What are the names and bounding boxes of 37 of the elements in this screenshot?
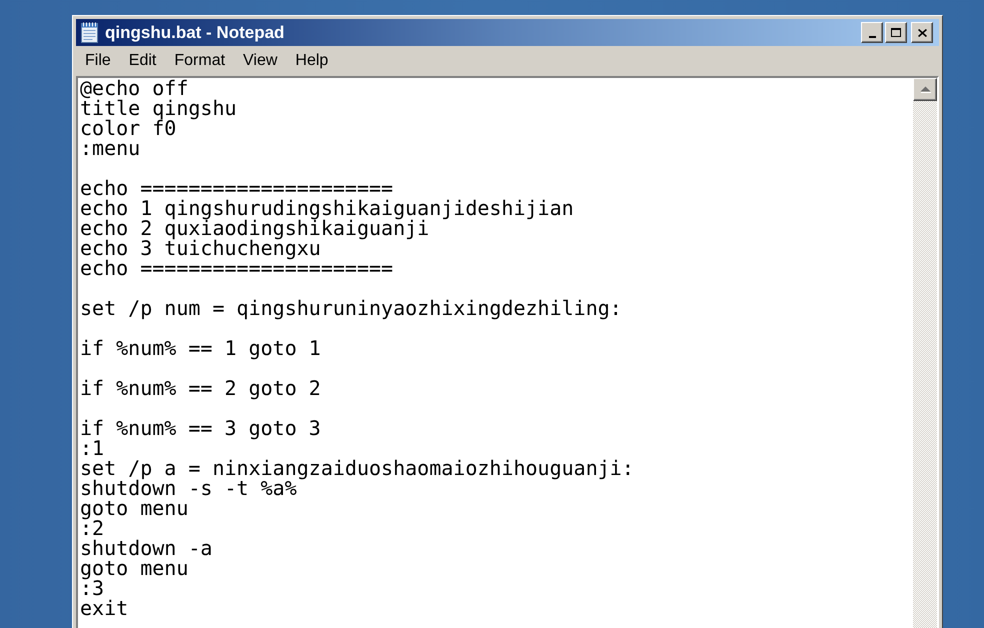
code-line: echo ===================== [80, 178, 394, 198]
code-line: set /p a = ninxiangzaiduoshaomaiozhihouguanji: [80, 458, 634, 478]
close-button[interactable] [911, 22, 933, 43]
code-line: if %num% == 3 goto 3 [80, 418, 321, 438]
code-line: shutdown -a [80, 538, 212, 558]
notepad-icon [81, 22, 98, 43]
code-line: goto menu [80, 498, 188, 518]
menu-item[interactable]: View [234, 51, 286, 71]
code-line: :menu [80, 138, 140, 158]
code-line: echo 3 tuichuchengxu [80, 238, 321, 258]
menu-item[interactable]: Help [286, 51, 338, 71]
code-line: echo 2 quxiaodingshikaiguanji [80, 218, 430, 238]
code-line: @echo off [80, 78, 188, 98]
code-line: if %num% == 2 goto 2 [80, 378, 321, 398]
code-line: title qingshu [80, 98, 237, 118]
close-icon [918, 28, 926, 36]
code-line: :1 [80, 438, 104, 458]
minimize-icon [868, 36, 876, 38]
code-line: exit [80, 598, 128, 618]
code-line: echo 1 qingshurudingshikaiguanjideshijian [80, 198, 574, 218]
menu-item[interactable]: File [76, 51, 120, 71]
code-line: shutdown -s -t %a% [80, 478, 297, 498]
code-line: :3 [80, 578, 104, 598]
menu-item[interactable]: Format [165, 51, 234, 71]
maximize-button[interactable] [885, 22, 907, 43]
code-line: set /p num = qingshuruninyaozhixingdezhiling: [80, 298, 622, 318]
maximize-icon [891, 28, 901, 37]
window-title: qingshu.bat - Notepad [105, 22, 284, 42]
minimize-button[interactable] [861, 22, 883, 43]
code-line: if %num% == 1 goto 1 [80, 338, 321, 358]
triangle-up-icon [920, 86, 930, 93]
code-line: color f0 [80, 118, 176, 138]
code-line: :2 [80, 518, 104, 538]
code-line: goto menu [80, 558, 188, 578]
scroll-up-button[interactable] [913, 78, 937, 101]
menu-item[interactable]: Edit [120, 51, 166, 71]
code-line: echo ===================== [80, 258, 394, 278]
